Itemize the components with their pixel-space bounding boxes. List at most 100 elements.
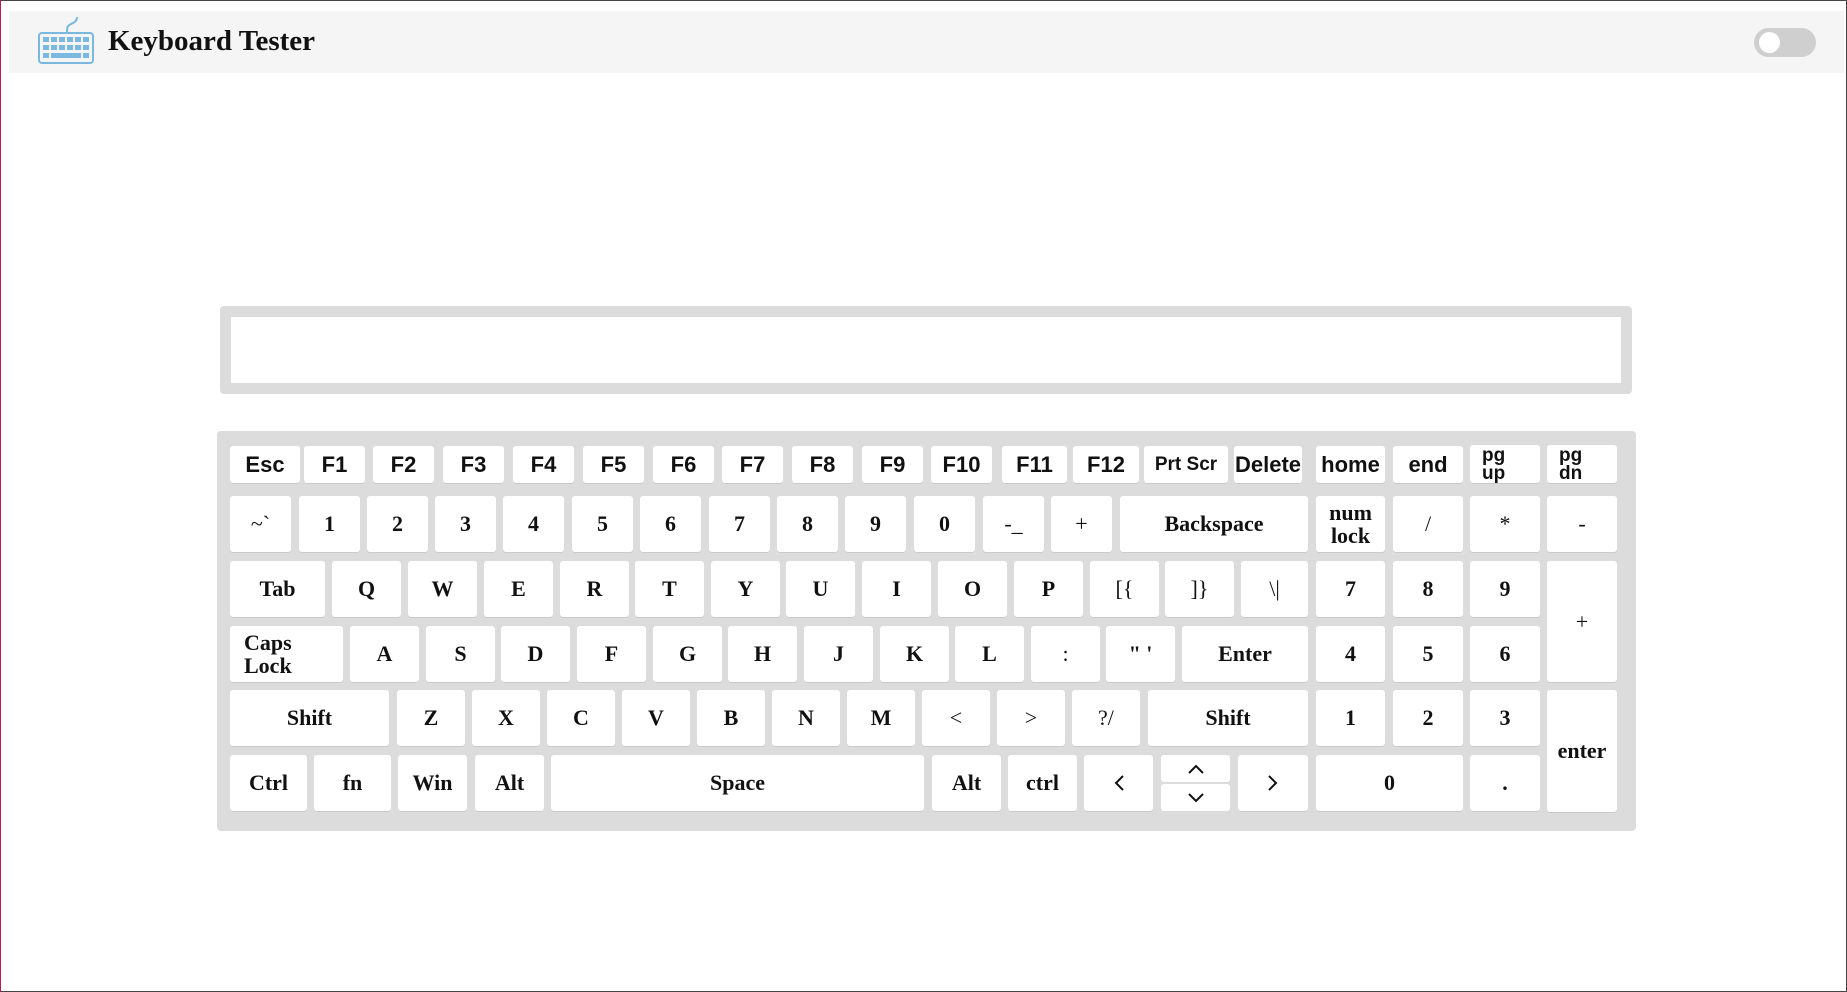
key-d[interactable]: D xyxy=(501,626,570,682)
key-s[interactable]: S xyxy=(426,626,495,682)
key-slash[interactable]: ?/ xyxy=(1072,690,1140,746)
key-ctrl-right[interactable]: ctrl xyxy=(1008,755,1077,811)
key-numpad-decimal[interactable]: . xyxy=(1470,755,1540,811)
key-arrow-right[interactable] xyxy=(1238,755,1308,811)
key-m[interactable]: M xyxy=(847,690,915,746)
key-caps-lock[interactable]: Caps Lock xyxy=(230,626,343,682)
key-k[interactable]: K xyxy=(880,626,949,682)
key-1[interactable]: 1 xyxy=(299,496,360,552)
key-3[interactable]: 3 xyxy=(435,496,496,552)
key-u[interactable]: U xyxy=(786,561,855,617)
key-numpad-7[interactable]: 7 xyxy=(1316,561,1385,617)
key-f5[interactable]: F5 xyxy=(583,446,644,483)
key-numpad-divide[interactable]: / xyxy=(1393,496,1463,552)
key-arrow-up[interactable] xyxy=(1161,755,1230,782)
key-f2[interactable]: F2 xyxy=(373,446,434,483)
key-arrow-left[interactable] xyxy=(1084,755,1153,811)
key-f10[interactable]: F10 xyxy=(931,446,992,483)
key-numpad-4[interactable]: 4 xyxy=(1316,626,1385,682)
key-numpad-5[interactable]: 5 xyxy=(1393,626,1463,682)
key-y[interactable]: Y xyxy=(711,561,780,617)
key-2[interactable]: 2 xyxy=(367,496,428,552)
key-v[interactable]: V xyxy=(622,690,690,746)
key-num-lock[interactable]: num lock xyxy=(1316,496,1385,552)
key-fn[interactable]: fn xyxy=(314,755,391,811)
key-i[interactable]: I xyxy=(862,561,931,617)
key-numpad-6[interactable]: 6 xyxy=(1470,626,1540,682)
key-numpad-3[interactable]: 3 xyxy=(1470,690,1540,746)
key-period[interactable]: > xyxy=(997,690,1065,746)
key-h[interactable]: H xyxy=(728,626,797,682)
key-ctrl-left[interactable]: Ctrl xyxy=(230,755,307,811)
key-7[interactable]: 7 xyxy=(709,496,770,552)
key-6[interactable]: 6 xyxy=(640,496,701,552)
key-win[interactable]: Win xyxy=(398,755,467,811)
key-enter[interactable]: Enter xyxy=(1182,626,1308,682)
key-space[interactable]: Space xyxy=(551,755,924,811)
key-f9[interactable]: F9 xyxy=(862,446,923,483)
key-a[interactable]: A xyxy=(350,626,419,682)
key-l[interactable]: L xyxy=(955,626,1024,682)
key-comma[interactable]: < xyxy=(922,690,990,746)
key-shift-right[interactable]: Shift xyxy=(1148,690,1308,746)
key-numpad-9[interactable]: 9 xyxy=(1470,561,1540,617)
key-o[interactable]: O xyxy=(938,561,1007,617)
key-alt-left[interactable]: Alt xyxy=(475,755,544,811)
key-0[interactable]: 0 xyxy=(914,496,975,552)
key-5[interactable]: 5 xyxy=(572,496,633,552)
key-z[interactable]: Z xyxy=(397,690,465,746)
key-f11[interactable]: F11 xyxy=(1002,446,1067,483)
key-page-down[interactable]: pg dn xyxy=(1547,445,1617,483)
key-semicolon[interactable]: : xyxy=(1031,626,1100,682)
key-c[interactable]: C xyxy=(547,690,615,746)
key-8[interactable]: 8 xyxy=(777,496,838,552)
key-delete[interactable]: Delete xyxy=(1234,446,1302,483)
key-home[interactable]: home xyxy=(1316,446,1385,483)
key-numpad-0[interactable]: 0 xyxy=(1316,755,1463,811)
key-plus[interactable]: + xyxy=(1051,496,1112,552)
key-numpad-1[interactable]: 1 xyxy=(1316,690,1385,746)
key-esc[interactable]: Esc xyxy=(230,446,300,483)
key-quote[interactable]: " ' xyxy=(1106,626,1175,682)
key-f8[interactable]: F8 xyxy=(792,446,853,483)
key-backslash[interactable]: \| xyxy=(1241,561,1308,617)
key-q[interactable]: Q xyxy=(332,561,401,617)
key-w[interactable]: W xyxy=(408,561,477,617)
key-numpad-minus[interactable]: - xyxy=(1547,496,1617,552)
theme-toggle[interactable] xyxy=(1754,28,1816,57)
key-f4[interactable]: F4 xyxy=(513,446,574,483)
key-bracket-left[interactable]: [{ xyxy=(1090,561,1159,617)
key-4[interactable]: 4 xyxy=(503,496,564,552)
key-x[interactable]: X xyxy=(472,690,540,746)
key-print-screen[interactable]: Prt Scr xyxy=(1144,446,1228,483)
key-j[interactable]: J xyxy=(804,626,873,682)
key-f6[interactable]: F6 xyxy=(653,446,714,483)
key-n[interactable]: N xyxy=(772,690,840,746)
key-minus[interactable]: -_ xyxy=(983,496,1044,552)
key-tilde[interactable]: ~` xyxy=(230,496,291,552)
key-numpad-enter[interactable]: enter xyxy=(1547,690,1617,812)
key-tab[interactable]: Tab xyxy=(230,561,325,617)
key-bracket-right[interactable]: ]} xyxy=(1165,561,1234,617)
key-f12[interactable]: F12 xyxy=(1073,446,1139,483)
key-f[interactable]: F xyxy=(577,626,646,682)
key-arrow-down[interactable] xyxy=(1161,784,1230,811)
key-numpad-multiply[interactable]: * xyxy=(1470,496,1540,552)
key-numpad-8[interactable]: 8 xyxy=(1393,561,1463,617)
key-f1[interactable]: F1 xyxy=(304,446,365,483)
key-t[interactable]: T xyxy=(635,561,704,617)
key-numpad-plus[interactable]: + xyxy=(1547,561,1617,682)
key-p[interactable]: P xyxy=(1014,561,1083,617)
key-e[interactable]: E xyxy=(484,561,553,617)
key-b[interactable]: B xyxy=(697,690,765,746)
key-page-up[interactable]: pg up xyxy=(1470,445,1540,483)
key-end[interactable]: end xyxy=(1393,446,1463,483)
key-alt-right[interactable]: Alt xyxy=(932,755,1001,811)
key-9[interactable]: 9 xyxy=(845,496,906,552)
key-backspace[interactable]: Backspace xyxy=(1120,496,1308,552)
key-f3[interactable]: F3 xyxy=(443,446,504,483)
key-numpad-2[interactable]: 2 xyxy=(1393,690,1463,746)
key-f7[interactable]: F7 xyxy=(722,446,783,483)
key-shift-left[interactable]: Shift xyxy=(230,690,389,746)
key-r[interactable]: R xyxy=(560,561,629,617)
